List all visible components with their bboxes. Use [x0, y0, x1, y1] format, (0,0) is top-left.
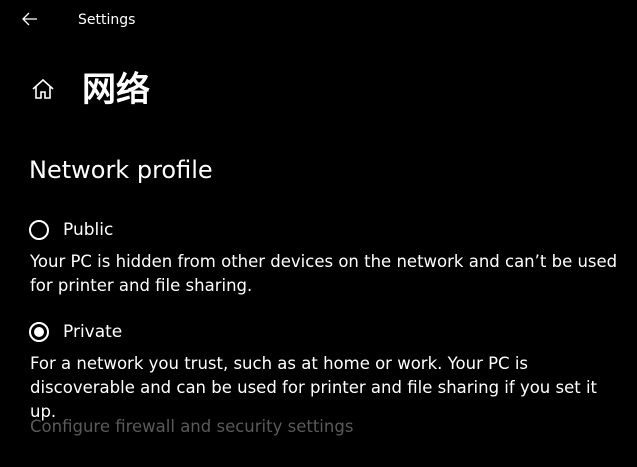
home-button[interactable]: [28, 76, 58, 106]
page-header: 网络: [0, 66, 637, 116]
private-description: For a network you trust, such as at home…: [30, 354, 598, 421]
page-title: 网络: [82, 70, 150, 110]
radio-private[interactable]: Private: [29, 318, 122, 346]
back-button[interactable]: [14, 6, 46, 34]
radio-button-unchecked[interactable]: [29, 220, 49, 240]
firewall-settings-link[interactable]: Configure firewall and security settings: [30, 415, 353, 439]
radio-public[interactable]: Public: [29, 216, 113, 244]
title-bar: Settings: [0, 0, 637, 40]
radio-button-checked[interactable]: [29, 322, 49, 342]
radio-public-label: Public: [63, 220, 114, 240]
back-arrow-icon: [22, 11, 38, 30]
home-icon: [31, 78, 55, 104]
window-title: Settings: [78, 12, 136, 28]
public-description: Your PC is hidden from other devices on …: [30, 252, 618, 295]
radio-private-label: Private: [63, 322, 123, 342]
section-heading: Network profile: [29, 156, 213, 184]
